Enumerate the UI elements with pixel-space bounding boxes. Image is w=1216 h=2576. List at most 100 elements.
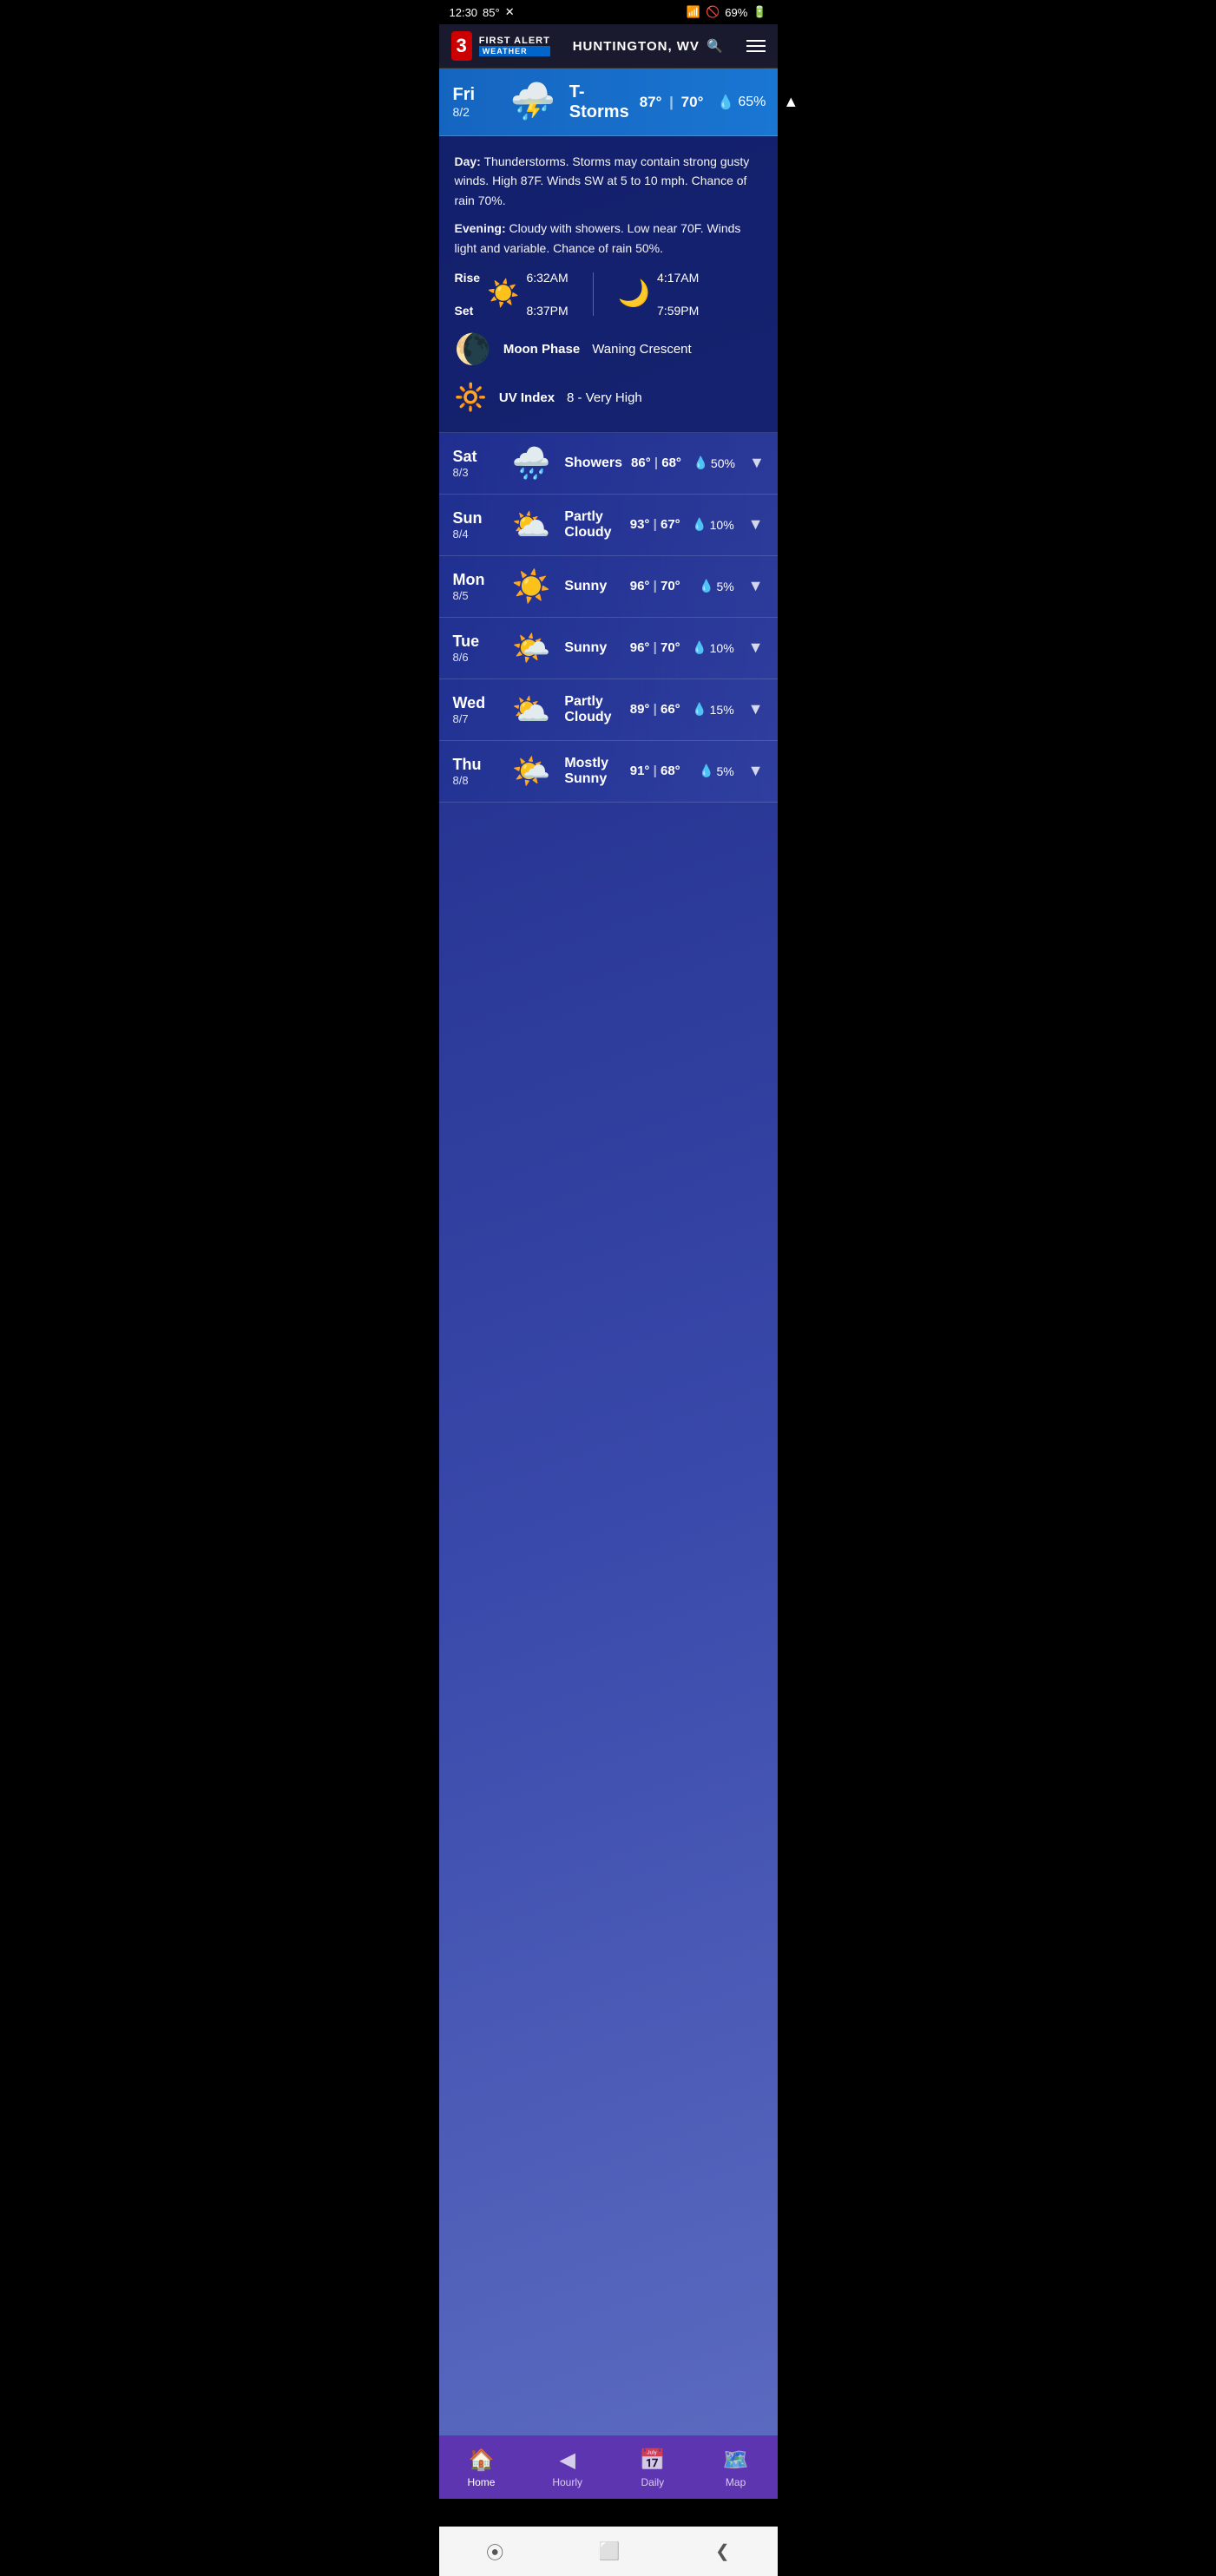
weather-label: WEATHER xyxy=(479,46,550,56)
forecast-day-4: Wed 8/7 xyxy=(453,694,498,725)
bottom-nav: 🏠 Home ◀ Hourly 📅 Daily 🗺️ Map xyxy=(439,2435,778,2499)
divider xyxy=(593,272,594,316)
collapse-icon[interactable]: ▲ xyxy=(783,93,799,111)
expand-icon-3[interactable]: ▼ xyxy=(748,639,764,657)
moon-rise-time: 4:17AM xyxy=(657,272,699,284)
current-condition: T-Storms xyxy=(569,82,629,122)
moon-times: 4:17AM 7:59PM xyxy=(657,272,699,317)
forecast-row-3[interactable]: Tue 8/6 🌤️ Sunny 96° | 70° 💧 10% ▼ xyxy=(439,618,778,679)
expand-icon-1[interactable]: ▼ xyxy=(748,515,764,534)
expand-icon-5[interactable]: ▼ xyxy=(748,762,764,780)
evening-description: Evening: Cloudy with showers. Low near 7… xyxy=(455,219,762,258)
forecast-icon-0: 🌧️ xyxy=(512,445,551,482)
forecast-temps-5: 91° | 68° xyxy=(630,764,680,778)
battery-display: 69% xyxy=(725,6,747,19)
nav-daily[interactable]: 📅 Daily xyxy=(626,2444,680,2492)
uv-value: 8 - Very High xyxy=(567,390,642,405)
forecast-icon-3: 🌤️ xyxy=(512,630,551,666)
rain-drop-icon: 💧 xyxy=(692,517,707,532)
temp-display: 85° xyxy=(483,6,500,19)
forecast-row-0[interactable]: Sat 8/3 🌧️ Showers 86° | 68° 💧 50% ▼ xyxy=(439,433,778,495)
forecast-temps-4: 89° | 66° xyxy=(630,702,680,717)
forecast-rain-2: 💧 5% xyxy=(689,579,734,593)
expand-icon-2[interactable]: ▼ xyxy=(748,577,764,595)
forecast-condition-4: PartlyCloudy xyxy=(564,694,621,725)
logo-text: FIRST ALERT WEATHER xyxy=(479,36,550,56)
forecast-list: Sat 8/3 🌧️ Showers 86° | 68° 💧 50% ▼ Sun… xyxy=(439,433,778,803)
moon-phase-row: 🌘 Moon Phase Waning Crescent xyxy=(455,332,762,367)
rise-set-labels: Rise Set xyxy=(455,272,481,317)
rain-drop-icon: 💧 xyxy=(692,640,707,655)
main-content: Fri 8/2 ⛈️ T-Storms 87° | 70° 💧 65% ▲ Da… xyxy=(439,69,778,2463)
forecast-icon-5: 🌤️ xyxy=(512,753,551,790)
sun-times: 6:32AM 8:37PM xyxy=(526,272,568,317)
status-bar: 12:30 85° ✕ 📶 🚫 69% 🔋 xyxy=(439,0,778,24)
forecast-temps-2: 96° | 70° xyxy=(630,579,680,593)
forecast-temps-1: 93° | 67° xyxy=(630,517,680,532)
moon-block: 🌙 4:17AM 7:59PM xyxy=(618,272,700,317)
app-header: 3 FIRST ALERT WEATHER HUNTINGTON, WV 🔍 xyxy=(439,24,778,69)
daily-icon: 📅 xyxy=(640,2448,666,2473)
current-high: 87° xyxy=(640,94,662,110)
moon-phase-value: Waning Crescent xyxy=(592,342,692,357)
daily-label: Daily xyxy=(641,2476,665,2488)
uv-label: UV Index xyxy=(499,390,555,405)
current-rain-pct: 65% xyxy=(738,95,766,110)
channel-badge: 3 xyxy=(451,31,472,61)
forecast-row-4[interactable]: Wed 8/7 ⛅ PartlyCloudy 89° | 66° 💧 15% ▼ xyxy=(439,679,778,741)
current-date: 8/2 xyxy=(453,105,496,119)
forecast-condition-2: Sunny xyxy=(564,579,621,594)
menu-button[interactable] xyxy=(746,40,766,52)
forecast-icon-2: ☀️ xyxy=(512,568,551,605)
expand-icon-4[interactable]: ▼ xyxy=(748,700,764,718)
current-low: 70° xyxy=(681,94,704,110)
moon-set-time: 7:59PM xyxy=(657,305,699,317)
time-display: 12:30 xyxy=(450,6,478,19)
current-day-header[interactable]: Fri 8/2 ⛈️ T-Storms 87° | 70° 💧 65% ▲ xyxy=(439,69,778,136)
forecast-temps-0: 86° | 68° xyxy=(631,456,681,470)
wifi-icon: 📶 xyxy=(687,5,700,19)
moon-icon: 🌙 xyxy=(618,281,650,307)
forecast-day-2: Mon 8/5 xyxy=(453,571,498,602)
rain-drop-icon: 💧 xyxy=(692,702,707,717)
block-icon: 🚫 xyxy=(706,5,720,19)
detail-panel: Day: Thunderstorms. Storms may contain s… xyxy=(439,136,778,433)
forecast-icon-4: ⛅ xyxy=(512,692,551,728)
current-day-date: Fri 8/2 xyxy=(453,85,496,119)
sun-block: Rise Set ☀️ 6:32AM 8:37PM xyxy=(455,272,569,317)
forecast-row-5[interactable]: Thu 8/8 🌤️ MostlySunny 91° | 68° 💧 5% ▼ xyxy=(439,741,778,803)
forecast-rain-4: 💧 15% xyxy=(689,702,734,717)
forecast-temps-3: 96° | 70° xyxy=(630,640,680,655)
back-button[interactable]: ❮ xyxy=(715,2540,730,2562)
forecast-day-5: Thu 8/8 xyxy=(453,756,498,787)
home-label: Home xyxy=(467,2476,495,2488)
moon-phase-icon: 🌘 xyxy=(455,332,491,367)
forecast-day-3: Tue 8/6 xyxy=(453,633,498,664)
channel-number: 3 xyxy=(457,35,467,57)
forecast-rain-1: 💧 10% xyxy=(689,517,734,532)
rise-label: Rise xyxy=(455,272,481,284)
raindrop-icon: 💧 xyxy=(717,94,734,111)
forecast-day-0: Sat 8/3 xyxy=(453,448,498,479)
forecast-row-1[interactable]: Sun 8/4 ⛅ PartlyCloudy 93° | 67° 💧 10% ▼ xyxy=(439,495,778,556)
sun-rise-time: 6:32AM xyxy=(526,272,568,284)
nav-hourly[interactable]: ◀ Hourly xyxy=(538,2444,596,2492)
nav-map[interactable]: 🗺️ Map xyxy=(709,2444,763,2492)
logo-container: 3 FIRST ALERT WEATHER xyxy=(451,31,550,61)
forecast-rain-3: 💧 10% xyxy=(689,640,734,655)
status-right: 📶 🚫 69% 🔋 xyxy=(687,5,767,19)
rain-drop-icon: 💧 xyxy=(693,456,707,470)
sun-set-time: 8:37PM xyxy=(526,305,568,317)
forecast-day-1: Sun 8/4 xyxy=(453,509,498,541)
forecast-rain-5: 💧 5% xyxy=(689,764,734,778)
notification-icon: ✕ xyxy=(505,5,515,19)
forecast-condition-5: MostlySunny xyxy=(564,756,621,787)
forecast-row-2[interactable]: Mon 8/5 ☀️ Sunny 96° | 70° 💧 5% ▼ xyxy=(439,556,778,618)
forecast-icon-1: ⛅ xyxy=(512,507,551,543)
recent-apps-button[interactable]: ⦿ xyxy=(486,2539,503,2564)
nav-home[interactable]: 🏠 Home xyxy=(453,2444,509,2492)
home-icon: 🏠 xyxy=(469,2448,495,2473)
home-button[interactable]: ⬜ xyxy=(599,2540,621,2562)
search-icon[interactable]: 🔍 xyxy=(707,38,724,54)
expand-icon-0[interactable]: ▼ xyxy=(749,454,765,472)
